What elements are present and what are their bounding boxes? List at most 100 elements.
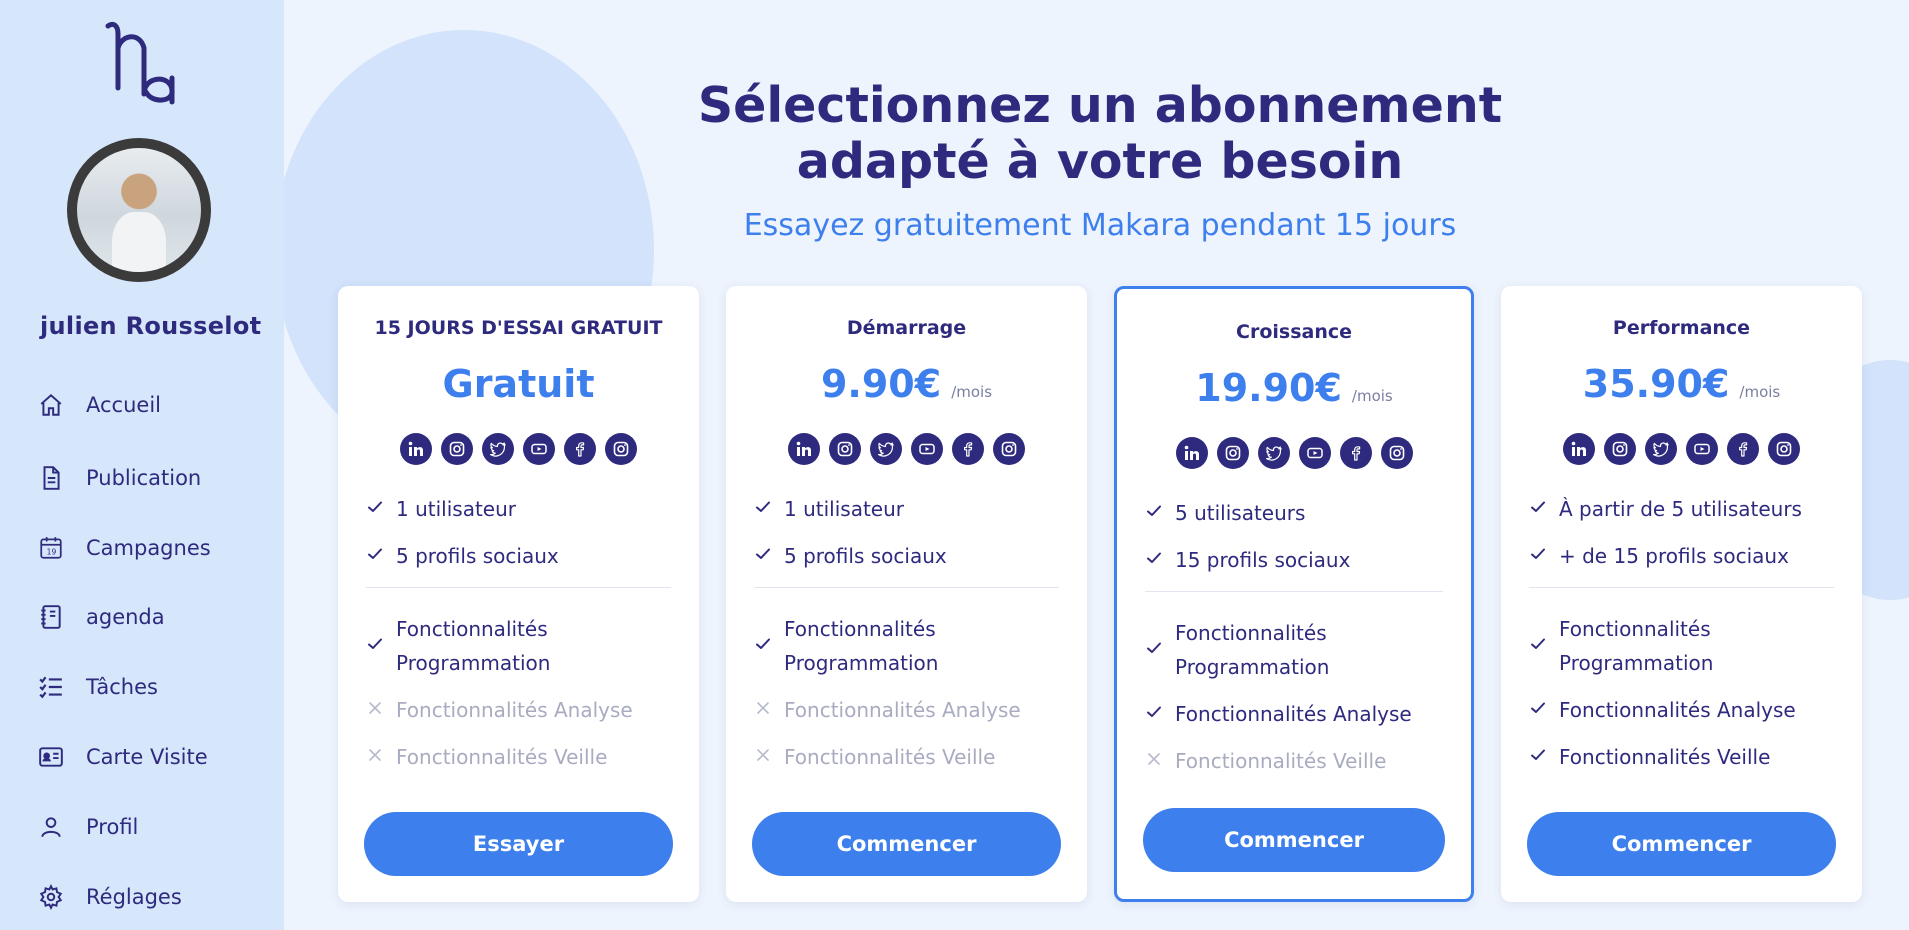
plan-price: 19.90€ [1195, 366, 1342, 410]
linkedin-icon [788, 433, 820, 465]
svg-text:19: 19 [47, 548, 57, 557]
check-icon [754, 539, 772, 573]
user-name: julien Rousselot [40, 312, 262, 340]
check-icon [1145, 496, 1163, 530]
instagram-icon [605, 433, 637, 465]
essayer-button[interactable]: Essayer [364, 812, 673, 876]
facebook-icon [564, 433, 596, 465]
instagram-icon [829, 433, 861, 465]
twitter-icon [482, 433, 514, 465]
twitter-icon [870, 433, 902, 465]
check-icon [1145, 543, 1163, 577]
cross-icon [366, 693, 384, 727]
user-icon [41, 817, 61, 838]
page-subtitle: Essayez gratuitement Makara pendant 15 j… [743, 208, 1457, 243]
feature-item: 1 utilisateur [754, 492, 1024, 526]
sidebar-item-label: Tâches [86, 675, 158, 699]
feature-item: Fonctionnalités Veille [1529, 740, 1799, 774]
plan-price: 9.90€ [820, 362, 942, 406]
instagram-icon [441, 433, 473, 465]
commencer-button[interactable]: Commencer [1527, 812, 1836, 876]
plan-name: Croissance [1236, 321, 1352, 343]
facebook-icon [1727, 433, 1759, 465]
plan-card-performance: Performance 35.90€ /mois À partir de 5 u… [1501, 286, 1862, 902]
divider [1529, 587, 1834, 588]
price-period: /mois [1739, 383, 1781, 401]
sidebar-item-carte-visite[interactable]: Carte Visite [38, 737, 258, 777]
linkedin-icon [1563, 433, 1595, 465]
price-row: Gratuit [338, 362, 699, 406]
avatar[interactable] [67, 138, 211, 282]
feature-item: Fonctionnalités Analyse [1529, 693, 1799, 727]
feature-item: 5 profils sociaux [366, 539, 636, 573]
sidebar-item-label: Publication [86, 466, 202, 490]
home-icon [40, 393, 62, 416]
linkedin-icon [1175, 437, 1208, 469]
instagram-icon [1216, 437, 1249, 469]
social-icons [1117, 437, 1471, 469]
sidebar-item-accueil[interactable]: Accueil [38, 385, 258, 425]
facebook-icon [1339, 437, 1372, 469]
calendar-icon: 19 [40, 537, 62, 559]
social-icons [338, 433, 699, 465]
feature-item: 1 utilisateur [366, 492, 636, 526]
sidebar-item-profil[interactable]: Profil [38, 807, 258, 847]
logo-icon [105, 21, 175, 105]
youtube-icon [1298, 437, 1331, 469]
sidebar-item-campagnes[interactable]: 19 Campagnes [38, 528, 258, 568]
instagram-icon [1768, 433, 1800, 465]
commencer-button[interactable]: Commencer [752, 812, 1061, 876]
check-icon [1529, 693, 1547, 727]
sidebar: julien Rousselot Accueil Publication 19 … [0, 0, 284, 930]
sidebar-item-reglages[interactable]: Réglages [38, 877, 258, 917]
check-icon [754, 492, 772, 526]
title-line: Sélectionnez un abonnement [697, 77, 1503, 134]
checklist-icon [39, 676, 62, 699]
feature-item: Fonctionnalités Programmation [1145, 616, 1385, 684]
instagram-icon [993, 433, 1025, 465]
feature-item: Fonctionnalités Programmation [754, 612, 994, 680]
price-period: /mois [951, 383, 993, 401]
social-icons [1501, 433, 1862, 465]
plan-price: Gratuit [442, 362, 595, 406]
check-icon [1145, 697, 1163, 731]
check-icon [1145, 633, 1163, 667]
price-row: 9.90€ /mois [726, 362, 1087, 406]
youtube-icon [523, 433, 555, 465]
page-title: Sélectionnez un abonnement adapté à votr… [620, 78, 1580, 190]
plan-name: 15 JOURS D'ESSAI GRATUIT [374, 317, 663, 339]
cross-icon [754, 740, 772, 774]
notebook-icon [41, 605, 61, 629]
sidebar-item-label: agenda [86, 605, 165, 629]
twitter-icon [1645, 433, 1677, 465]
sidebar-item-taches[interactable]: Tâches [38, 667, 258, 707]
document-icon [43, 466, 60, 490]
sidebar-item-label: Accueil [86, 393, 161, 417]
feature-item: Fonctionnalités Programmation [1529, 612, 1769, 680]
facebook-icon [952, 433, 984, 465]
divider [366, 587, 671, 588]
youtube-icon [1686, 433, 1718, 465]
sidebar-item-label: Carte Visite [86, 745, 208, 769]
plan-card-trial: 15 JOURS D'ESSAI GRATUIT Gratuit 1 utili… [338, 286, 699, 902]
feature-item: Fonctionnalités Analyse [754, 693, 1024, 727]
sidebar-item-publication[interactable]: Publication [38, 458, 258, 498]
check-icon [1529, 539, 1547, 573]
instagram-icon [1604, 433, 1636, 465]
divider [754, 587, 1059, 588]
sidebar-item-agenda[interactable]: agenda [38, 597, 258, 637]
plan-price: 35.90€ [1582, 362, 1730, 406]
cross-icon [754, 693, 772, 727]
feature-item: 15 profils sociaux [1145, 543, 1415, 577]
commencer-button[interactable]: Commencer [1143, 808, 1445, 872]
instagram-icon [1380, 437, 1413, 469]
sidebar-item-label: Campagnes [86, 536, 211, 560]
feature-item: Fonctionnalités Veille [1145, 744, 1415, 778]
social-icons [726, 433, 1087, 465]
plan-card-demarrage: Démarrage 9.90€ /mois 1 utilisateur 5 pr… [726, 286, 1087, 902]
sidebar-item-label: Réglages [86, 885, 182, 909]
gear-icon [39, 884, 63, 910]
check-icon [366, 492, 384, 526]
check-icon [1529, 740, 1547, 774]
check-icon [366, 539, 384, 573]
